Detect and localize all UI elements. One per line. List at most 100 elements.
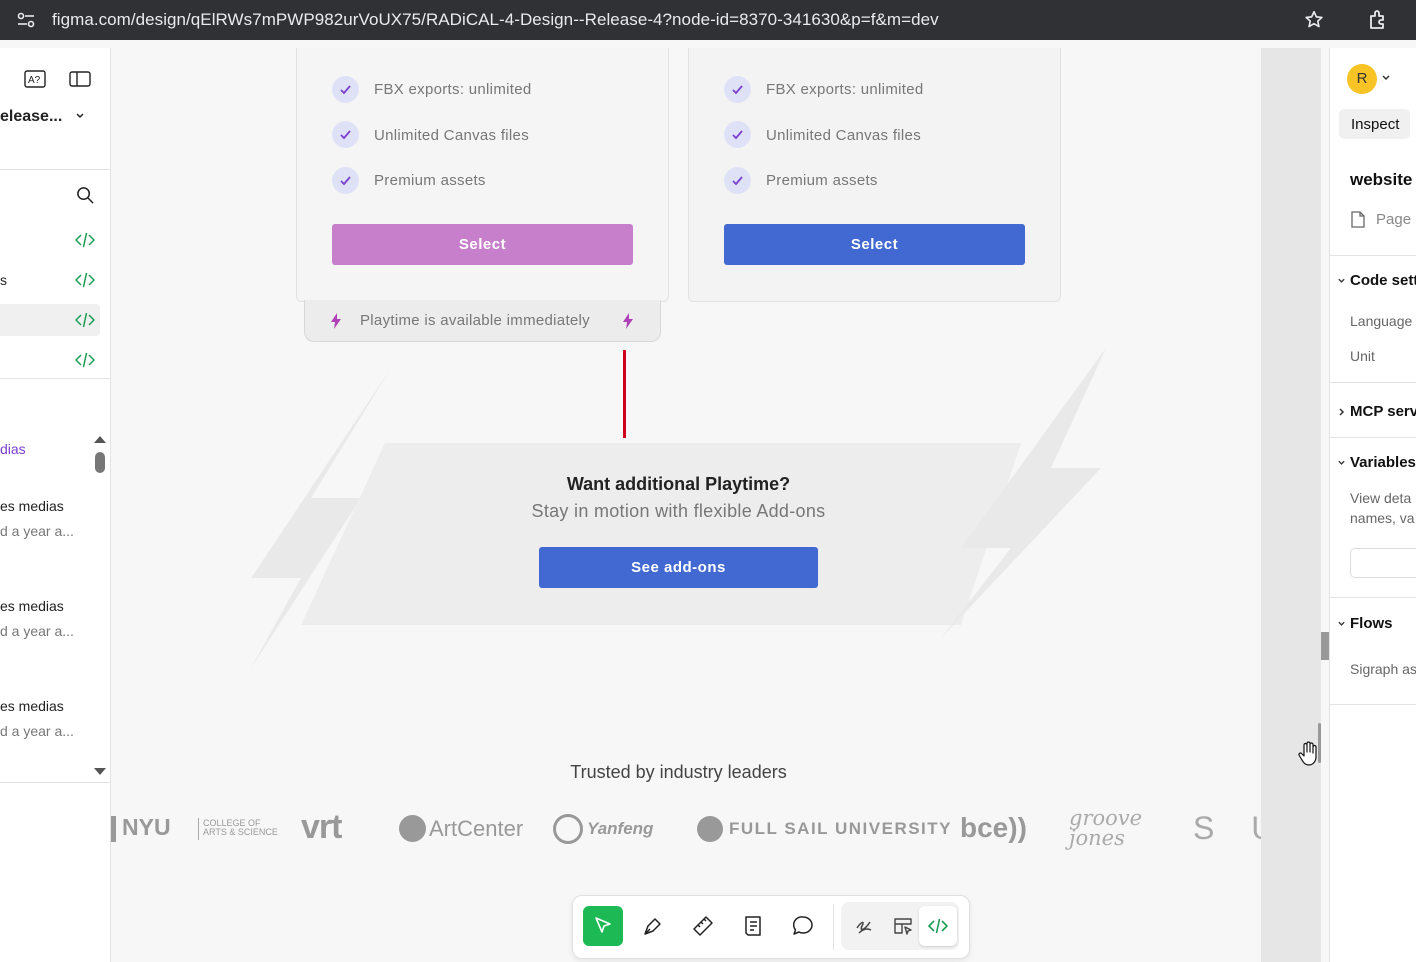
chevron-right-icon[interactable] (1338, 407, 1346, 417)
addons-title: Want additional Playtime? (566, 474, 791, 494)
list-item[interactable]: es medias (0, 598, 64, 614)
page-row-selected[interactable] (0, 304, 100, 336)
logo-text: NYU (122, 814, 171, 840)
design-mode-button[interactable] (883, 906, 923, 946)
section-mcp[interactable]: MCP serve (1350, 403, 1416, 420)
lightning-icon (331, 313, 341, 329)
design-canvas[interactable]: FBX exports: unlimited Unlimited Canvas … (111, 48, 1261, 962)
pen-tool-icon (642, 915, 664, 937)
list-item[interactable]: es medias (0, 698, 64, 714)
section-flows[interactable]: Flows (1350, 615, 1393, 632)
divider (0, 782, 110, 783)
chevron-down-icon[interactable] (1337, 620, 1346, 628)
browser-toolbar: figma.com/design/qElRWs7mPWP982urVoUX75/… (0, 0, 1416, 40)
playtime-note-text: Playtime is available immediately (360, 312, 590, 329)
divider (0, 169, 110, 170)
plan-feature: Premium assets (766, 172, 878, 189)
ruler-icon (692, 915, 714, 937)
code-icon (75, 232, 95, 248)
nyu-mark (111, 816, 116, 842)
code-icon (75, 272, 95, 288)
plan-feature: Unlimited Canvas files (766, 127, 921, 144)
svg-text:A?: A? (28, 75, 41, 86)
pen-tool-button[interactable] (633, 906, 673, 946)
tab-label: Inspect (1351, 116, 1400, 133)
flow-item[interactable]: Sigraph as (1350, 661, 1416, 677)
divider (1330, 704, 1416, 705)
select-plan-button[interactable]: Select (724, 224, 1025, 265)
dev-mode-button[interactable] (919, 906, 957, 946)
logo-bce: bce)) (960, 812, 1027, 843)
chevron-down-icon[interactable] (1337, 459, 1346, 467)
see-addons-button[interactable]: See add-ons (539, 547, 818, 588)
ai-text-icon[interactable]: A? (24, 70, 46, 88)
extensions-icon[interactable] (1366, 8, 1390, 32)
check-icon (724, 121, 751, 148)
unit-label: Unit (1350, 348, 1375, 364)
list-item[interactable]: dias (0, 441, 26, 457)
language-label: Language (1350, 313, 1413, 329)
page-row[interactable] (0, 224, 110, 256)
plan-feature: Premium assets (374, 172, 486, 189)
sidebar-toggle-icon[interactable] (69, 70, 91, 88)
divider (1330, 597, 1416, 598)
toolbar-divider (833, 904, 834, 950)
check-icon (332, 167, 359, 194)
logo-yanfeng: Yanfeng (587, 819, 654, 838)
move-tool-icon (593, 916, 613, 936)
trusted-heading: Trusted by industry leaders (570, 762, 787, 782)
logo-vrt: vrt (301, 808, 342, 846)
page-icon (1351, 211, 1365, 228)
divider (1330, 437, 1416, 438)
page-row[interactable] (0, 344, 110, 376)
divider (0, 378, 110, 379)
tab-inspect[interactable]: Inspect (1339, 109, 1410, 139)
plan-feature: Unlimited Canvas files (374, 127, 529, 144)
avatar[interactable]: R (1347, 64, 1377, 94)
list-item-sub: d a year a... (0, 723, 74, 739)
annotation-tool-button[interactable] (733, 906, 773, 946)
select-plan-button[interactable]: Select (332, 224, 633, 265)
variables-desc: View deta (1350, 490, 1412, 506)
page-row[interactable]: s (0, 264, 110, 296)
scroll-up-icon[interactable] (93, 434, 107, 444)
hand-cursor-icon (1298, 741, 1320, 767)
section-code-settings[interactable]: Code sett (1350, 272, 1416, 289)
divider (1330, 255, 1416, 256)
file-name[interactable]: elease... (0, 108, 62, 126)
page-row-label: s (0, 272, 7, 288)
draw-mode-button[interactable] (845, 906, 885, 946)
chevron-down-icon[interactable] (1337, 277, 1346, 285)
logo-fullsail: FULL SAIL UNIVERSITY (729, 819, 953, 838)
code-icon (75, 312, 95, 328)
site-settings-icon[interactable] (16, 10, 36, 30)
variables-desc: names, va (1350, 510, 1415, 526)
plan-feature: FBX exports: unlimited (374, 81, 532, 98)
check-icon (332, 76, 359, 103)
addons-subtitle: Stay in motion with flexible Add-ons (531, 501, 826, 521)
list-item[interactable]: es medias (0, 498, 64, 514)
scrollbar-thumb[interactable] (95, 452, 105, 473)
chevron-down-icon[interactable] (1381, 74, 1391, 82)
scroll-down-icon[interactable] (93, 767, 107, 777)
star-icon[interactable] (1303, 9, 1325, 31)
check-icon (724, 167, 751, 194)
move-tool-button[interactable] (583, 906, 623, 946)
dev-mode-icon (928, 918, 948, 934)
selection-title: website (1350, 170, 1413, 189)
address-bar[interactable]: figma.com/design/qElRWs7mPWP982urVoUX75/… (52, 10, 939, 30)
chevron-down-icon[interactable] (75, 112, 85, 120)
check-icon (332, 121, 359, 148)
logo-divider (198, 818, 199, 840)
variables-button[interactable] (1350, 548, 1416, 578)
fullsail-mark (697, 816, 723, 842)
logo-text: ARTS & SCIENCE (203, 827, 278, 837)
list-item-sub: d a year a... (0, 523, 74, 539)
section-variables[interactable]: Variables (1350, 454, 1416, 471)
logo-groovejones: groove jones (1069, 806, 1143, 850)
comment-tool-button[interactable] (783, 906, 823, 946)
ruler-tool-button[interactable] (683, 906, 723, 946)
search-icon[interactable] (76, 186, 95, 205)
page-label: Page (1376, 211, 1412, 228)
panel-collapse-handle[interactable] (1321, 632, 1329, 660)
